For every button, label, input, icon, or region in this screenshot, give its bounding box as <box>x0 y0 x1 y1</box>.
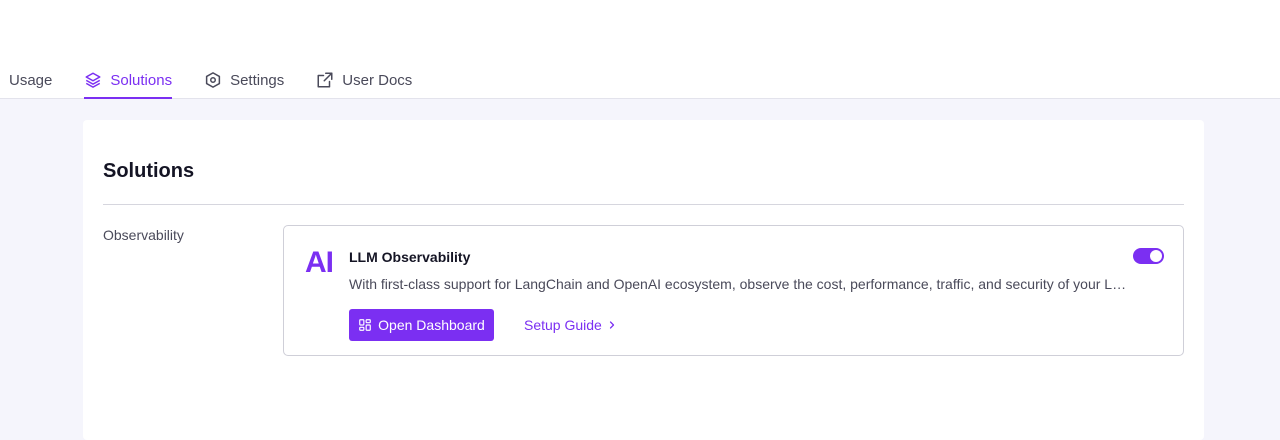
card-description: With first-class support for LangChain a… <box>349 276 1129 292</box>
external-link-icon <box>316 71 334 89</box>
tab-user-docs[interactable]: User Docs <box>316 62 412 98</box>
dashboard-icon <box>358 318 372 332</box>
open-dashboard-label: Open Dashboard <box>378 317 485 333</box>
top-navigation: Usage Solutions Settings User Docs <box>0 0 1280 99</box>
open-dashboard-button[interactable]: Open Dashboard <box>349 309 494 341</box>
setup-guide-label: Setup Guide <box>524 317 602 333</box>
chevron-right-icon <box>606 319 618 331</box>
enable-toggle[interactable] <box>1133 248 1164 264</box>
toggle-knob <box>1150 250 1162 262</box>
divider <box>103 204 1184 205</box>
card-title: LLM Observability <box>349 249 471 265</box>
llm-observability-card: AI LLM Observability With first-class su… <box>283 225 1184 356</box>
page-title: Solutions <box>103 160 195 182</box>
tab-label: Solutions <box>110 71 173 89</box>
hexagon-gear-icon <box>204 71 222 89</box>
setup-guide-link[interactable]: Setup Guide <box>524 317 618 333</box>
tab-label: Usage <box>9 71 53 89</box>
tab-usage[interactable]: Usage <box>9 62 52 98</box>
ai-logo: AI <box>305 246 334 279</box>
section-label-observability: Observability <box>103 227 184 243</box>
tab-label: User Docs <box>342 71 413 89</box>
tab-bar: Usage Solutions Settings User Docs <box>0 62 444 99</box>
layers-icon <box>84 71 102 89</box>
tab-solutions[interactable]: Solutions <box>84 62 173 99</box>
solutions-panel: Solutions Observability AI LLM Observabi… <box>83 120 1204 440</box>
tab-settings[interactable]: Settings <box>204 62 284 98</box>
tab-label: Settings <box>230 71 285 89</box>
